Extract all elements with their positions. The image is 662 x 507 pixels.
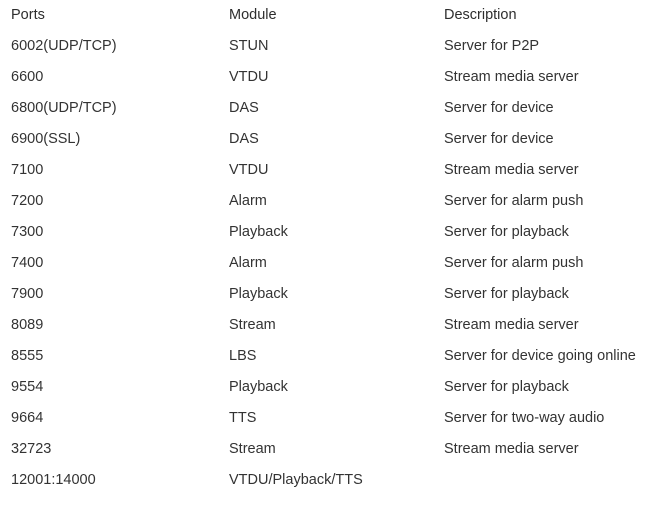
cell-description: Stream media server — [444, 317, 579, 333]
cell-description: Server for playback — [444, 379, 569, 395]
cell-ports: 6800(UDP/TCP) — [11, 100, 117, 116]
cell-ports: 7400 — [11, 255, 44, 271]
table-row: 6900(SSL) DAS Server for device — [0, 124, 662, 155]
ports-table: Ports Module Description 6002(UDP/TCP) ST… — [0, 0, 662, 496]
cell-description: Server for device going online — [444, 348, 636, 364]
cell-ports: 7900 — [11, 286, 44, 302]
cell-module: VTDU/Playback/TTS — [229, 472, 363, 488]
cell-ports: 6600 — [11, 69, 44, 85]
cell-module: VTDU — [229, 162, 269, 178]
column-header-description: Description — [444, 7, 517, 23]
cell-ports: 8089 — [11, 317, 44, 333]
table-row: 7300 Playback Server for playback — [0, 217, 662, 248]
table-row: 6800(UDP/TCP) DAS Server for device — [0, 93, 662, 124]
cell-module: Stream — [229, 441, 276, 457]
table-header-row: Ports Module Description — [0, 0, 662, 31]
cell-module: Playback — [229, 286, 288, 302]
cell-module: DAS — [229, 131, 259, 147]
column-header-module: Module — [229, 7, 277, 23]
cell-module: Stream — [229, 317, 276, 333]
cell-ports: 7300 — [11, 224, 44, 240]
table-row: 7400 Alarm Server for alarm push — [0, 248, 662, 279]
cell-description: Stream media server — [444, 69, 579, 85]
cell-module: Playback — [229, 224, 288, 240]
cell-ports: 12001:14000 — [11, 472, 96, 488]
table-row: 6002(UDP/TCP) STUN Server for P2P — [0, 31, 662, 62]
cell-ports: 6002(UDP/TCP) — [11, 38, 117, 54]
table-row: 12001:14000 VTDU/Playback/TTS — [0, 465, 662, 496]
cell-description: Server for alarm push — [444, 255, 584, 271]
cell-module: STUN — [229, 38, 269, 54]
cell-module: VTDU — [229, 69, 269, 85]
table-row: 9554 Playback Server for playback — [0, 372, 662, 403]
cell-description: Server for playback — [444, 224, 569, 240]
cell-description — [433, 465, 662, 496]
cell-description: Server for playback — [444, 286, 569, 302]
cell-ports: 6900(SSL) — [11, 131, 81, 147]
table-row: 8089 Stream Stream media server — [0, 310, 662, 341]
cell-description: Stream media server — [444, 441, 579, 457]
cell-ports: 9664 — [11, 410, 44, 426]
cell-module: TTS — [229, 410, 257, 426]
cell-description: Server for P2P — [444, 38, 540, 54]
cell-description: Server for two-way audio — [444, 410, 605, 426]
table-row: 9664 TTS Server for two-way audio — [0, 403, 662, 434]
cell-ports: 9554 — [11, 379, 44, 395]
table-row: 7200 Alarm Server for alarm push — [0, 186, 662, 217]
cell-description: Server for device — [444, 100, 554, 116]
cell-ports: 8555 — [11, 348, 44, 364]
table-row: 7900 Playback Server for playback — [0, 279, 662, 310]
cell-module: LBS — [229, 348, 257, 364]
table-row: 32723 Stream Stream media server — [0, 434, 662, 465]
table-row: 8555 LBS Server for device going online — [0, 341, 662, 372]
cell-ports: 7200 — [11, 193, 44, 209]
column-header-ports: Ports — [11, 7, 45, 23]
cell-description: Server for alarm push — [444, 193, 584, 209]
cell-description: Stream media server — [444, 162, 579, 178]
table-body: 6002(UDP/TCP) STUN Server for P2P 6600 VTDU S… — [0, 31, 662, 496]
cell-module: Alarm — [229, 193, 267, 209]
cell-module: DAS — [229, 100, 259, 116]
cell-module: Alarm — [229, 255, 267, 271]
cell-description: Server for device — [444, 131, 554, 147]
table-row: 6600 VTDU Stream media server — [0, 62, 662, 93]
cell-module: Playback — [229, 379, 288, 395]
table-row: 7100 VTDU Stream media server — [0, 155, 662, 186]
table-header: Ports Module Description — [0, 0, 662, 31]
cell-ports: 7100 — [11, 162, 44, 178]
cell-ports: 32723 — [11, 441, 52, 457]
